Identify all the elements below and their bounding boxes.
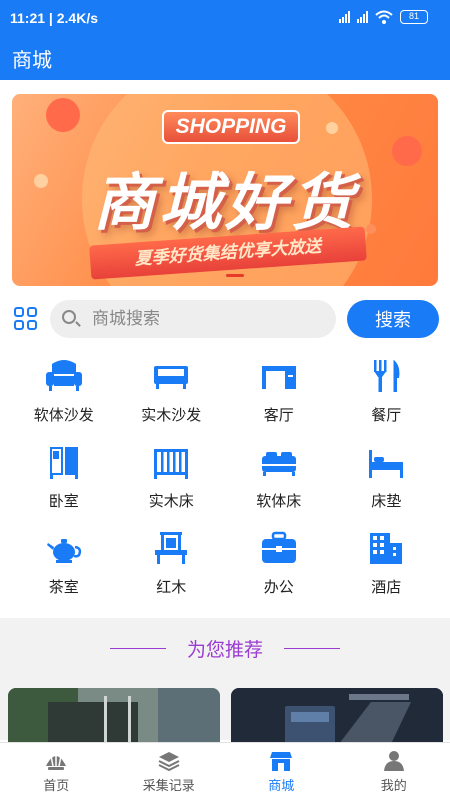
category-bedroom[interactable]: 卧室: [10, 444, 118, 530]
product-image: [8, 688, 220, 744]
battery-icon: 81: [400, 10, 428, 24]
category-label: 卧室: [48, 492, 79, 510]
category-tea-room[interactable]: 茶室: [10, 530, 118, 616]
product-image: [231, 688, 443, 744]
banner-headline: 商城好货: [92, 166, 357, 239]
tab-home[interactable]: 首页: [0, 743, 113, 800]
category-grid-button[interactable]: [14, 307, 38, 331]
category-mattress[interactable]: 床垫: [333, 444, 441, 530]
layers-icon: [158, 752, 180, 772]
hotel-icon: [370, 533, 403, 564]
page-title: 商城: [12, 48, 52, 72]
chair-icon: [155, 532, 188, 564]
search-input[interactable]: [92, 300, 322, 338]
signal-icon: [357, 11, 368, 23]
living-room-icon: [261, 366, 296, 389]
promo-banner[interactable]: SHOPPING 商城好货 夏季好货集结优享大放送: [12, 94, 438, 286]
grid-icon: [14, 307, 24, 317]
briefcase-icon: [261, 531, 296, 563]
category-office[interactable]: 办公: [225, 530, 333, 616]
recommend-title: 为您推荐: [186, 639, 263, 661]
category-soft-sofa[interactable]: 软体沙发: [10, 358, 118, 444]
category-label: 酒店: [371, 578, 402, 596]
sofa-icon: [45, 360, 82, 391]
shell-icon: [46, 754, 67, 770]
category-label: 实木床: [148, 492, 194, 510]
category-label: 客厅: [263, 406, 294, 424]
tab-label: 采集记录: [142, 779, 195, 794]
tab-mall[interactable]: 商城: [225, 743, 338, 800]
category-wood-bed[interactable]: 实木床: [118, 444, 226, 530]
category-dining[interactable]: 餐厅: [333, 358, 441, 444]
tab-label: 首页: [43, 779, 70, 794]
category-label: 餐厅: [371, 406, 402, 424]
category-mahogany[interactable]: 红木: [118, 530, 226, 616]
bed-icon: [261, 452, 296, 476]
dining-icon: [374, 360, 400, 392]
signal-icon: [339, 11, 350, 23]
category-label: 软体沙发: [33, 406, 94, 424]
category-label: 实木沙发: [141, 406, 202, 424]
category-hotel[interactable]: 酒店: [333, 530, 441, 616]
category-label: 办公: [263, 578, 294, 596]
grid-icon: [27, 320, 37, 330]
carousel-indicator[interactable]: [226, 274, 244, 277]
category-label: 床垫: [371, 492, 402, 510]
tab-label: 商城: [268, 779, 295, 794]
wardrobe-icon: [49, 447, 78, 479]
category-grid: 软体沙发 实木沙发 客厅 餐厅 卧室 实木床 软体床 床垫 茶室 红木 办公 酒…: [10, 358, 440, 616]
category-label: 茶室: [48, 578, 79, 596]
search-icon: [62, 310, 76, 324]
teapot-icon: [46, 539, 81, 563]
grid-icon: [14, 320, 24, 330]
category-label: 软体床: [256, 492, 302, 510]
product-card[interactable]: [231, 688, 443, 744]
banner-decoration: [326, 122, 338, 134]
app-header: 商城: [0, 38, 450, 80]
divider: [284, 648, 340, 649]
bottom-tab-bar: 首页 采集记录 商城 我的: [0, 742, 450, 800]
wifi-icon: [375, 10, 393, 24]
category-label: 红木: [156, 578, 187, 596]
category-soft-bed[interactable]: 软体床: [225, 444, 333, 530]
mattress-icon: [369, 450, 404, 478]
crib-icon: [154, 449, 189, 479]
search-button[interactable]: 搜索: [347, 300, 439, 338]
shopping-tag: SHOPPING: [162, 110, 300, 144]
tab-label: 我的: [380, 779, 407, 794]
tab-collection-records[interactable]: 采集记录: [113, 743, 226, 800]
wood-sofa-icon: [154, 366, 189, 389]
grid-icon: [27, 307, 37, 317]
tab-me[interactable]: 我的: [338, 743, 450, 800]
store-icon: [270, 752, 293, 771]
product-card[interactable]: [8, 688, 220, 744]
banner-decoration: [46, 98, 80, 132]
status-time: 11:21 | 2.4K/s: [10, 10, 98, 26]
search-box[interactable]: [50, 300, 336, 338]
person-icon: [383, 751, 404, 771]
status-bar: 11:21 | 2.4K/s 81: [0, 0, 450, 38]
category-living-room[interactable]: 客厅: [225, 358, 333, 444]
category-wood-sofa[interactable]: 实木沙发: [118, 358, 226, 444]
